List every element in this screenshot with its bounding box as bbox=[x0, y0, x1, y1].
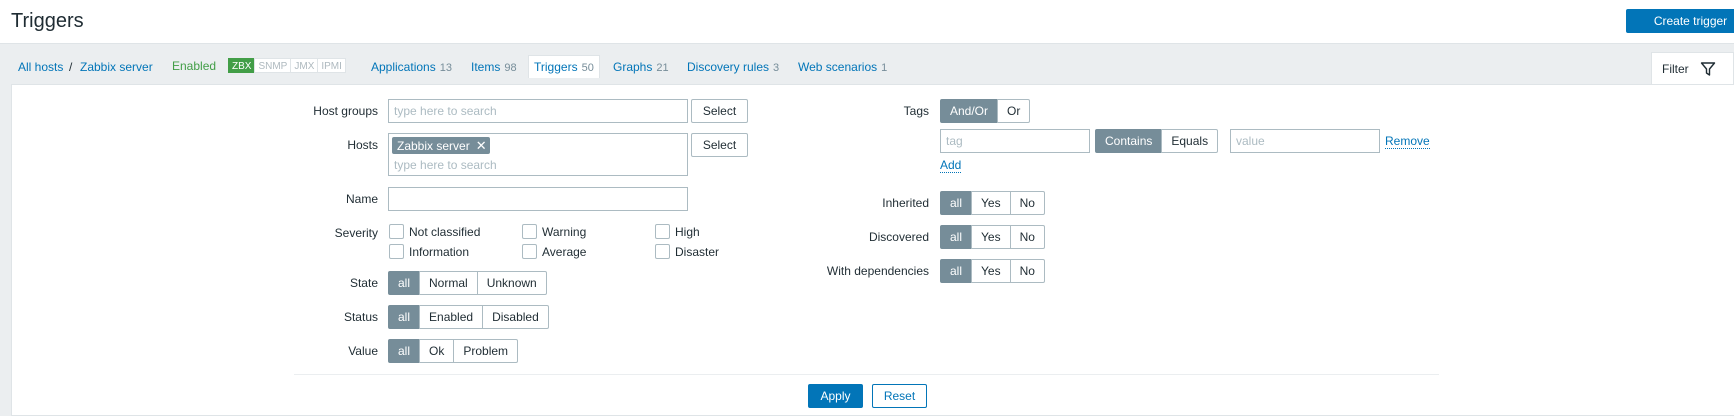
tag-name-input[interactable]: tag bbox=[940, 129, 1090, 153]
severity-not-classified[interactable]: Not classified bbox=[389, 224, 480, 239]
filter-tab-label: Filter bbox=[1662, 62, 1689, 76]
page-title: Triggers bbox=[11, 10, 84, 32]
tags-mode-segmented: And/Or Or bbox=[940, 99, 1031, 123]
remove-chip-icon[interactable]: ✕ bbox=[476, 137, 487, 154]
host-chip: Zabbix server ✕ bbox=[392, 137, 490, 154]
name-input[interactable] bbox=[388, 187, 688, 211]
snmp-badge: SNMP bbox=[254, 58, 292, 73]
value-label: Value bbox=[348, 344, 378, 358]
status-enabled[interactable]: Enabled bbox=[419, 305, 484, 329]
tab-items[interactable]: Items 98 bbox=[471, 60, 517, 74]
host-status[interactable]: Enabled bbox=[172, 59, 216, 73]
inherited-all[interactable]: all bbox=[940, 191, 973, 215]
availability-badges: ZBX SNMP JMX IPMI bbox=[228, 58, 346, 73]
value-all[interactable]: all bbox=[388, 339, 421, 363]
tags-mode-or[interactable]: Or bbox=[997, 99, 1031, 123]
state-normal[interactable]: Normal bbox=[419, 271, 478, 295]
discovered-all[interactable]: all bbox=[940, 225, 973, 249]
status-label: Status bbox=[343, 310, 378, 324]
discovered-no[interactable]: No bbox=[1009, 225, 1045, 249]
host-groups-label: Host groups bbox=[313, 104, 378, 118]
status-segmented: all Enabled Disabled bbox=[388, 305, 549, 329]
remove-tag-link[interactable]: Remove bbox=[1385, 135, 1430, 149]
breadcrumb-all-hosts[interactable]: All hosts bbox=[18, 60, 63, 74]
dependencies-label: With dependencies bbox=[826, 264, 929, 278]
severity-disaster[interactable]: Disaster bbox=[655, 244, 719, 259]
checkbox[interactable] bbox=[655, 244, 670, 259]
status-all[interactable]: all bbox=[388, 305, 421, 329]
tags-mode-and-or[interactable]: And/Or bbox=[940, 99, 999, 123]
tab-web-scenarios[interactable]: Web scenarios 1 bbox=[798, 60, 887, 74]
dependencies-all[interactable]: all bbox=[940, 259, 973, 283]
tab-triggers[interactable]: Triggers 50 bbox=[528, 55, 600, 78]
filter-icon bbox=[1700, 62, 1716, 76]
tag-operator-contains[interactable]: Contains bbox=[1095, 129, 1163, 153]
tag-operator-equals[interactable]: Equals bbox=[1161, 129, 1219, 153]
hosts-label: Hosts bbox=[347, 138, 378, 152]
tag-value-input[interactable]: value bbox=[1230, 129, 1380, 153]
create-trigger-button[interactable]: Create trigger bbox=[1626, 9, 1734, 33]
tag-operator-segmented: Contains Equals bbox=[1095, 129, 1219, 153]
inherited-no[interactable]: No bbox=[1009, 191, 1045, 215]
checkbox[interactable] bbox=[389, 244, 404, 259]
discovered-segmented: all Yes No bbox=[940, 225, 1045, 249]
severity-label: Severity bbox=[334, 226, 378, 240]
checkbox[interactable] bbox=[655, 224, 670, 239]
host-navigation: All hosts / Zabbix server Enabled ZBX SN… bbox=[0, 44, 1734, 88]
hosts-search-placeholder[interactable]: type here to search bbox=[394, 158, 497, 172]
dependencies-yes[interactable]: Yes bbox=[971, 259, 1011, 283]
severity-high[interactable]: High bbox=[655, 224, 700, 239]
state-label: State bbox=[349, 276, 378, 290]
dependencies-no[interactable]: No bbox=[1009, 259, 1045, 283]
breadcrumb-host[interactable]: Zabbix server bbox=[80, 60, 153, 74]
status-disabled[interactable]: Disabled bbox=[482, 305, 549, 329]
host-groups-input[interactable]: type here to search bbox=[388, 99, 688, 123]
host-groups-select-button[interactable]: Select bbox=[691, 99, 748, 123]
value-ok[interactable]: Ok bbox=[419, 339, 455, 363]
page-header: Triggers Create trigger bbox=[0, 0, 1734, 44]
tab-applications[interactable]: Applications 13 bbox=[371, 60, 452, 74]
inherited-yes[interactable]: Yes bbox=[971, 191, 1011, 215]
checkbox[interactable] bbox=[522, 224, 537, 239]
severity-information[interactable]: Information bbox=[389, 244, 469, 259]
inherited-segmented: all Yes No bbox=[940, 191, 1045, 215]
filter-panel bbox=[11, 84, 1734, 416]
severity-average[interactable]: Average bbox=[522, 244, 586, 259]
name-label: Name bbox=[345, 192, 378, 206]
apply-button[interactable]: Apply bbox=[808, 384, 863, 408]
breadcrumb-separator: / bbox=[69, 60, 73, 74]
checkbox[interactable] bbox=[389, 224, 404, 239]
filter-divider bbox=[294, 374, 1439, 375]
state-segmented: all Normal Unknown bbox=[388, 271, 547, 295]
inherited-label: Inherited bbox=[882, 196, 929, 210]
checkbox[interactable] bbox=[522, 244, 537, 259]
state-unknown[interactable]: Unknown bbox=[476, 271, 547, 295]
zbx-badge: ZBX bbox=[228, 58, 256, 73]
filter-tab[interactable]: Filter bbox=[1651, 52, 1734, 84]
add-tag-link[interactable]: Add bbox=[940, 159, 962, 173]
tags-label: Tags bbox=[903, 104, 929, 118]
value-problem[interactable]: Problem bbox=[453, 339, 519, 363]
hosts-select-button[interactable]: Select bbox=[691, 133, 748, 157]
state-all[interactable]: all bbox=[388, 271, 421, 295]
tab-discovery-rules[interactable]: Discovery rules 3 bbox=[687, 60, 779, 74]
discovered-label: Discovered bbox=[868, 230, 929, 244]
ipmi-badge: IPMI bbox=[317, 58, 346, 73]
hosts-multiselect[interactable]: Zabbix server ✕ type here to search bbox=[388, 133, 688, 176]
jmx-badge: JMX bbox=[290, 58, 319, 73]
severity-warning[interactable]: Warning bbox=[522, 224, 586, 239]
tab-graphs[interactable]: Graphs 21 bbox=[613, 60, 669, 74]
dependencies-segmented: all Yes No bbox=[940, 259, 1045, 283]
value-segmented: all Ok Problem bbox=[388, 339, 519, 363]
discovered-yes[interactable]: Yes bbox=[971, 225, 1011, 249]
reset-button[interactable]: Reset bbox=[872, 384, 927, 408]
